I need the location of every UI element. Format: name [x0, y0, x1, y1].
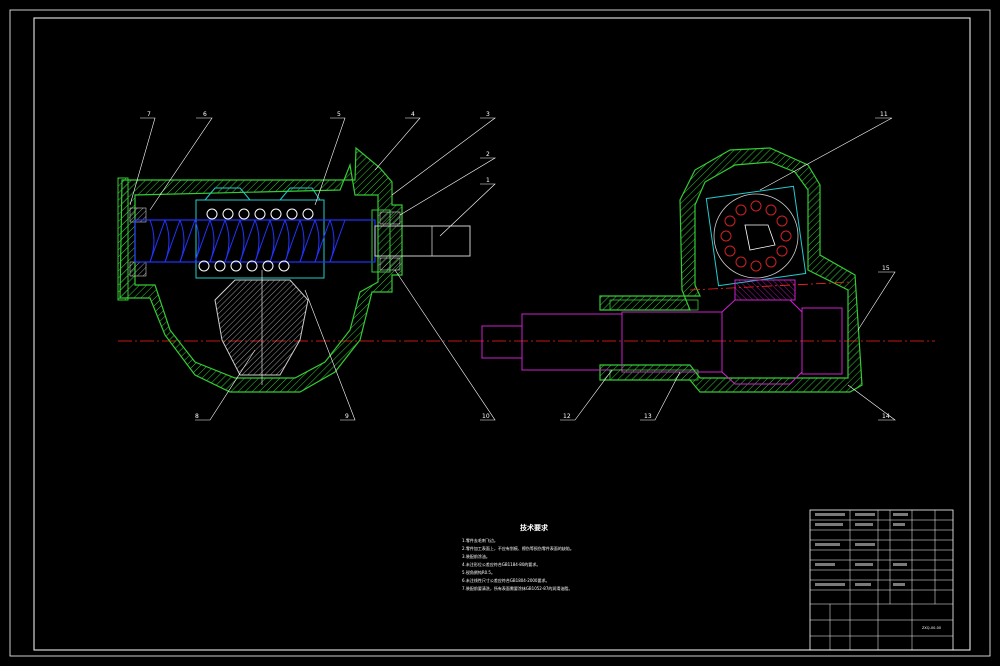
label-7: 7: [147, 111, 151, 118]
note-3: 3.装配前涂油。: [462, 553, 490, 559]
label-4: 4: [411, 111, 415, 118]
label-14: 14: [882, 413, 890, 420]
technical-notes: 技术要求 1.零件去毛刺飞边。 2.零件加工表面上，不应有划痕、擦伤等损伤零件表…: [462, 523, 574, 591]
label-2: 2: [486, 151, 490, 158]
notes-title: 技术要求: [520, 523, 549, 532]
seal-lower: [379, 257, 401, 271]
label-12: 12: [563, 413, 571, 420]
note-1: 1.零件去毛刺飞边。: [462, 537, 498, 543]
title-block-fill: [815, 513, 908, 586]
label-11: 11: [880, 111, 888, 118]
bearing-circle: [713, 193, 799, 279]
note-7: 7.装配前要清洗，所有表面需要涂抹GB1052-87的润滑油脂。: [462, 585, 572, 591]
note-6: 6.未注线性尺寸公差应符合GB1804-2000要求。: [462, 577, 549, 583]
label-8: 8: [195, 413, 199, 420]
label-6: 6: [203, 111, 207, 118]
label-10: 10: [482, 413, 490, 420]
label-9: 9: [345, 413, 349, 420]
outer-frame: [9, 9, 991, 657]
note-5: 5.锐角倒钝R0.5。: [462, 569, 495, 575]
inner-frame: [33, 17, 971, 651]
label-1: 1: [486, 177, 490, 184]
note-2: 2.零件加工表面上，不应有划痕、擦伤等损伤零件表面的缺陷。: [462, 545, 574, 551]
screw-thread: [149, 219, 346, 263]
sector-gear: [214, 279, 309, 376]
note-4: 4.未注形位公差应符合GB1184-80的要求。: [462, 561, 540, 567]
label-3: 3: [486, 111, 490, 118]
steering-screw: [134, 219, 376, 263]
left-section-view: [117, 146, 471, 393]
bearing-key: [744, 224, 776, 251]
title-block-part-no: ZXQ-00-00: [922, 626, 941, 630]
label-15: 15: [882, 265, 890, 272]
bearing-left-lower: [129, 261, 147, 277]
end-cap-left: [117, 177, 129, 301]
right-section-view: [481, 147, 863, 393]
seal-upper: [379, 211, 401, 225]
cad-drawing-canvas: 7 6 5 4 3 2 1 8 9 10 11 15 12 13 14 技术要求…: [9, 9, 991, 657]
label-13: 13: [644, 413, 652, 420]
label-5: 5: [337, 111, 341, 118]
bearing-balls: [720, 200, 792, 272]
